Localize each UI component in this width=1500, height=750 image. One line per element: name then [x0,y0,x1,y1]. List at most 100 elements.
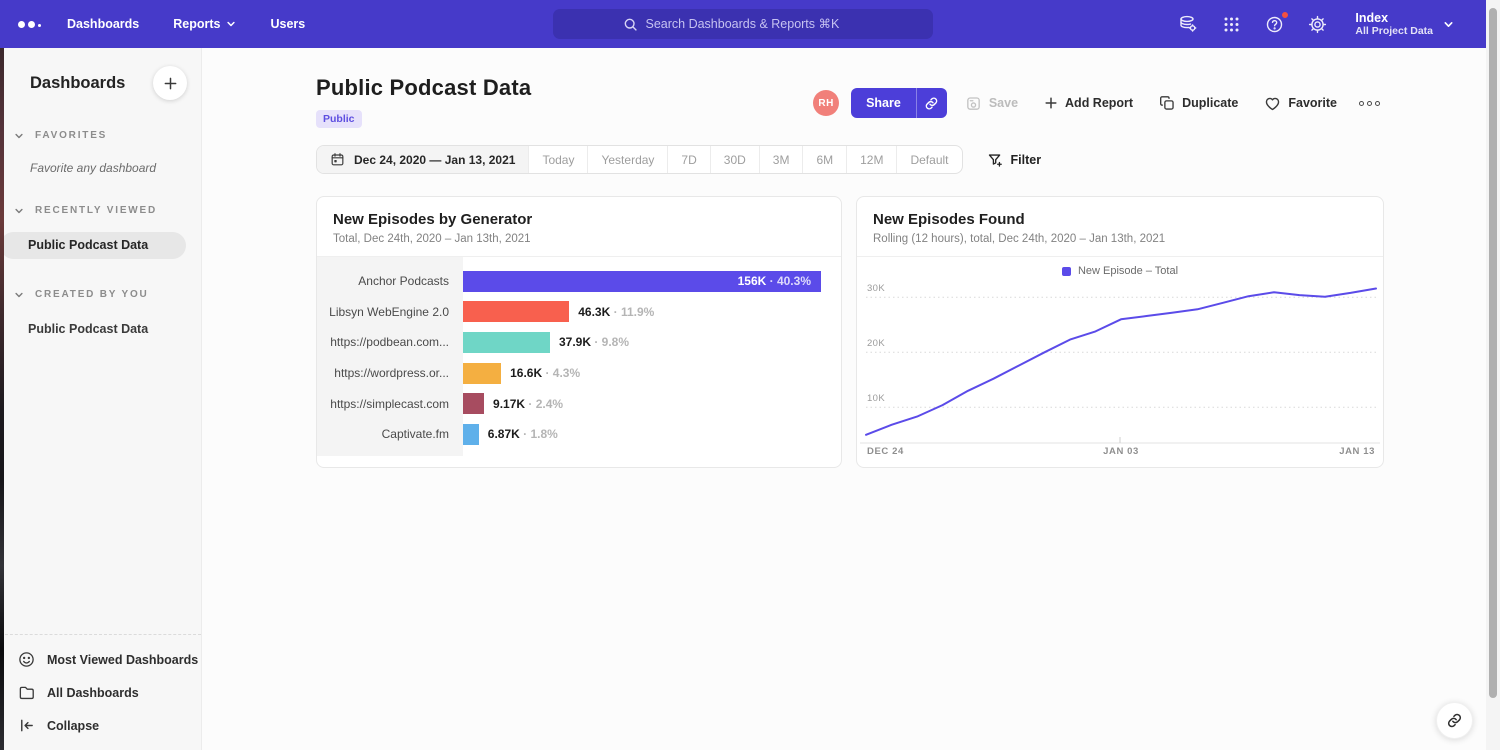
share-button[interactable]: Share [851,88,916,118]
most-viewed-dashboards-button[interactable]: Most Viewed Dashboards [0,643,201,676]
nav-label: Dashboards [67,17,139,31]
nav-label: Reports [173,17,220,31]
data-sources-icon[interactable] [1178,14,1198,34]
line-series [858,283,1382,465]
card-subtitle: Total, Dec 24th, 2020 – Jan 13th, 2021 [333,233,825,245]
page-scrollbar[interactable] [1486,0,1500,750]
copy-link-fab[interactable] [1436,702,1473,739]
chevron-down-icon [14,290,24,300]
copy-icon [1159,95,1175,111]
duplicate-button[interactable]: Duplicate [1151,89,1246,117]
x-tick-label: JAN 03 [1103,446,1139,457]
notification-dot [1281,11,1289,19]
public-badge: Public [316,110,362,128]
search-input[interactable] [646,17,864,31]
bar-category-label: Captivate.fm [317,427,463,441]
card-new-episodes-by-generator: New Episodes by Generator Total, Dec 24t… [316,196,842,468]
collapse-sidebar-button[interactable]: Collapse [0,709,201,742]
bar[interactable]: 156K · 40.3% [463,271,821,292]
smiley-icon [18,651,35,668]
date-range-label: Dec 24, 2020 — Jan 13, 2021 [354,153,515,167]
favorite-button[interactable]: Favorite [1256,89,1345,118]
button-label: Save [989,96,1018,110]
background-window-edge [0,42,4,750]
more-dots-icon [1367,101,1372,106]
preset-6m[interactable]: 6M [803,146,847,173]
y-tick-label: 20K [867,338,885,349]
preset-today[interactable]: Today [529,146,588,173]
sidebar-title: Dashboards [30,74,125,93]
nav-item-users[interactable]: Users [270,17,305,31]
bar-track: 156K · 40.3% [463,271,821,292]
bar[interactable] [463,393,484,414]
line-plot-area[interactable]: DEC 24 JAN 03 JAN 13 10K20K30K [858,283,1382,465]
section-created-by-you[interactable]: CREATED BY YOU [0,289,201,300]
bar-row: https://simplecast.com9.17K · 2.4% [317,388,841,419]
sidebar-item-public-podcast-data[interactable]: Public Podcast Data [0,232,186,259]
card-new-episodes-found: New Episodes Found Rolling (12 hours), t… [856,196,1384,468]
section-favorites[interactable]: FAVORITES [0,130,201,141]
date-range-picker[interactable]: Dec 24, 2020 — Jan 13, 2021 [317,146,529,173]
nav-label: Users [270,17,305,31]
top-navbar: Dashboards Reports Users [0,0,1486,48]
preset-yesterday[interactable]: Yesterday [588,146,668,173]
logo-dot [38,24,41,27]
bar-chart: Anchor Podcasts156K · 40.3%Libsyn WebEng… [317,257,841,467]
button-label: Filter [1011,153,1042,167]
bar-value-label: 16.6K · 4.3% [510,366,580,380]
page-actions: RH Share Save Add Report [813,88,1384,118]
chart-legend: New Episode – Total [857,259,1383,283]
project-scope: All Project Data [1355,25,1433,37]
all-dashboards-button[interactable]: All Dashboards [0,676,201,709]
nav-item-reports[interactable]: Reports [173,17,236,31]
project-switcher[interactable]: Index All Project Data [1355,11,1454,37]
sidebar-item-public-podcast-data[interactable]: Public Podcast Data [0,316,201,343]
add-dashboard-button[interactable] [153,66,187,100]
bar-track: 16.6K · 4.3% [463,363,821,384]
preset-default[interactable]: Default [897,146,961,173]
bar-track: 37.9K · 9.8% [463,332,821,353]
scrollbar-thumb[interactable] [1489,8,1497,698]
bar-category-label: https://simplecast.com [317,397,463,411]
nav-item-dashboards[interactable]: Dashboards [67,17,139,31]
card-title: New Episodes Found [873,211,1367,228]
page-title: Public Podcast Data [316,75,531,101]
help-icon[interactable] [1265,15,1284,34]
plus-icon [163,76,178,91]
sidebar-footer: Most Viewed Dashboards All Dashboards Co… [0,634,201,742]
preset-3m[interactable]: 3M [760,146,804,173]
logo-dot [18,21,25,28]
legend-swatch [1062,267,1071,276]
bar[interactable] [463,332,550,353]
line-series-path[interactable] [866,289,1376,435]
bar[interactable] [463,424,479,445]
bar-category-label: Libsyn WebEngine 2.0 [317,305,463,319]
bar-category-label: Anchor Podcasts [317,274,463,288]
bar[interactable] [463,363,501,384]
x-tick-label: DEC 24 [867,446,904,457]
share-link-button[interactable] [916,88,947,118]
preset-30d[interactable]: 30D [711,146,760,173]
chevron-down-icon [14,206,24,216]
more-dots-icon [1375,101,1380,106]
bar-value-label: 6.87K · 1.8% [488,427,558,441]
search-icon [623,17,638,32]
more-actions-button[interactable] [1355,93,1384,114]
share-split-button: Share [851,88,947,118]
footer-item-label: Collapse [47,719,99,733]
section-recently-viewed[interactable]: RECENTLY VIEWED [0,205,201,216]
bar[interactable] [463,301,569,322]
preset-7d[interactable]: 7D [668,146,710,173]
filter-button[interactable]: Filter [987,152,1042,168]
button-label: Favorite [1288,96,1337,110]
preset-12m[interactable]: 12M [847,146,897,173]
settings-gear-icon[interactable] [1308,15,1327,34]
brand-logo[interactable] [18,21,41,28]
add-report-button[interactable]: Add Report [1036,90,1141,116]
global-search[interactable] [553,9,933,39]
legend-label: New Episode – Total [1078,265,1178,277]
avatar[interactable]: RH [813,90,839,116]
apps-grid-icon[interactable] [1222,15,1241,34]
save-button[interactable]: Save [957,89,1026,118]
heart-icon [1264,95,1281,112]
